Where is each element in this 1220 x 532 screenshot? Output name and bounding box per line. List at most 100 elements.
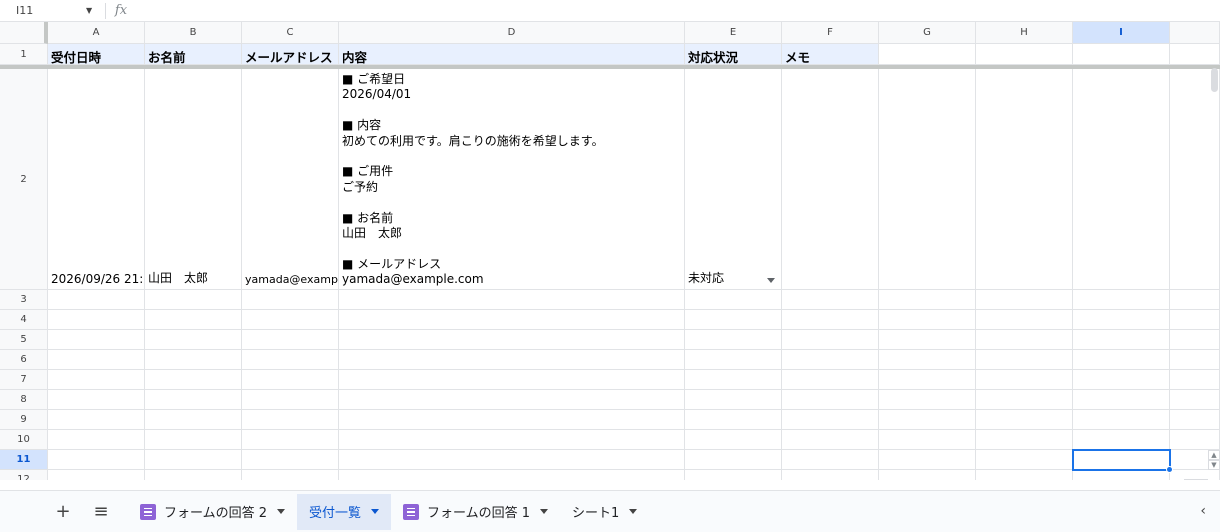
- cell-a11[interactable]: [48, 450, 145, 470]
- cell-a7[interactable]: [48, 370, 145, 390]
- cell-a2[interactable]: 2026/09/26 21:2: [48, 69, 145, 290]
- cell-d11[interactable]: [339, 450, 685, 470]
- cell-h2[interactable]: [976, 69, 1073, 290]
- row-header-10[interactable]: 10: [0, 430, 48, 450]
- cell-g5[interactable]: [879, 330, 976, 350]
- cell-c7[interactable]: [242, 370, 339, 390]
- cell-c3[interactable]: [242, 290, 339, 310]
- row-header-8[interactable]: 8: [0, 390, 48, 410]
- cell-g10[interactable]: [879, 430, 976, 450]
- cell-b9[interactable]: [145, 410, 242, 430]
- vertical-scroll-thumb[interactable]: [1211, 68, 1218, 92]
- cell-a1[interactable]: 受付日時: [48, 44, 145, 65]
- cell-e9[interactable]: [685, 410, 782, 430]
- cell-b1[interactable]: お名前: [145, 44, 242, 65]
- chevron-down-icon[interactable]: [540, 509, 549, 514]
- cell-f3[interactable]: [782, 290, 879, 310]
- cell-c4[interactable]: [242, 310, 339, 330]
- cell-b4[interactable]: [145, 310, 242, 330]
- cell-b8[interactable]: [145, 390, 242, 410]
- cell-i7[interactable]: [1073, 370, 1170, 390]
- cell-a4[interactable]: [48, 310, 145, 330]
- row-header-7[interactable]: 7: [0, 370, 48, 390]
- row-header-12[interactable]: 12: [0, 470, 48, 480]
- sheet-tab-form-responses-1[interactable]: フォームの回答 1: [391, 494, 560, 530]
- cell-i6[interactable]: [1073, 350, 1170, 370]
- cell-e1[interactable]: 対応状況: [685, 44, 782, 65]
- cell-c1[interactable]: メールアドレス: [242, 44, 339, 65]
- cell-g8[interactable]: [879, 390, 976, 410]
- cell-g2[interactable]: [879, 69, 976, 290]
- horizontal-scrollbar[interactable]: [48, 478, 1180, 480]
- row-header-2[interactable]: 2: [0, 69, 48, 290]
- cell-d7[interactable]: [339, 370, 685, 390]
- column-header-g[interactable]: G: [879, 22, 976, 44]
- cell-a5[interactable]: [48, 330, 145, 350]
- cell-a3[interactable]: [48, 290, 145, 310]
- cell-e5[interactable]: [685, 330, 782, 350]
- chevron-down-icon[interactable]: [277, 509, 286, 514]
- cell-a9[interactable]: [48, 410, 145, 430]
- cell-f5[interactable]: [782, 330, 879, 350]
- cell-d1[interactable]: 内容: [339, 44, 685, 65]
- row-header-4[interactable]: 4: [0, 310, 48, 330]
- column-header-a[interactable]: A: [48, 22, 145, 44]
- cell-f8[interactable]: [782, 390, 879, 410]
- cell-g1[interactable]: [879, 44, 976, 65]
- cell-f11[interactable]: [782, 450, 879, 470]
- cell-d8[interactable]: [339, 390, 685, 410]
- cell-e4[interactable]: [685, 310, 782, 330]
- column-header-d[interactable]: D: [339, 22, 685, 44]
- sheet-tab-reception-list[interactable]: 受付一覧: [297, 493, 392, 530]
- cell-i5[interactable]: [1073, 330, 1170, 350]
- cell-h1[interactable]: [976, 44, 1073, 65]
- column-header-i[interactable]: I: [1073, 22, 1170, 44]
- cell-h9[interactable]: [976, 410, 1073, 430]
- row-header-9[interactable]: 9: [0, 410, 48, 430]
- cell-f4[interactable]: [782, 310, 879, 330]
- column-header-h[interactable]: H: [976, 22, 1073, 44]
- scroll-right-icon[interactable]: ▶: [1196, 479, 1208, 480]
- cell-d4[interactable]: [339, 310, 685, 330]
- cell-g11[interactable]: [879, 450, 976, 470]
- column-header-e[interactable]: E: [685, 22, 782, 44]
- cell-b11[interactable]: [145, 450, 242, 470]
- cell-e8[interactable]: [685, 390, 782, 410]
- cell-i4[interactable]: [1073, 310, 1170, 330]
- cell-c6[interactable]: [242, 350, 339, 370]
- chevron-down-icon[interactable]: [767, 278, 775, 283]
- cell-f1[interactable]: メモ: [782, 44, 879, 65]
- cell-d2[interactable]: ■ ご希望日 2026/04/01 ■ 内容 初めての利用です。肩こりの施術を希…: [339, 69, 685, 290]
- name-box[interactable]: I11 ▼: [0, 0, 105, 22]
- cell-h7[interactable]: [976, 370, 1073, 390]
- chevron-down-icon[interactable]: [371, 509, 380, 514]
- cell-c11[interactable]: [242, 450, 339, 470]
- cell-a10[interactable]: [48, 430, 145, 450]
- cell-d6[interactable]: [339, 350, 685, 370]
- cell-b10[interactable]: [145, 430, 242, 450]
- cell-i2[interactable]: [1073, 69, 1170, 290]
- scroll-tabs-left-icon[interactable]: ‹: [1200, 503, 1206, 519]
- column-header-c[interactable]: C: [242, 22, 339, 44]
- cell-e7[interactable]: [685, 370, 782, 390]
- row-header-5[interactable]: 5: [0, 330, 48, 350]
- cell-i8[interactable]: [1073, 390, 1170, 410]
- cell-h6[interactable]: [976, 350, 1073, 370]
- cell-a6[interactable]: [48, 350, 145, 370]
- cell-b6[interactable]: [145, 350, 242, 370]
- row-header-1[interactable]: 1: [0, 44, 48, 65]
- scroll-down-icon[interactable]: ▼: [1208, 460, 1220, 470]
- cell-h10[interactable]: [976, 430, 1073, 450]
- row-header-11[interactable]: 11: [0, 450, 48, 470]
- cell-j1[interactable]: [1170, 44, 1220, 65]
- cell-i3[interactable]: [1073, 290, 1170, 310]
- cell-c9[interactable]: [242, 410, 339, 430]
- cell-a8[interactable]: [48, 390, 145, 410]
- cell-b7[interactable]: [145, 370, 242, 390]
- cell-f7[interactable]: [782, 370, 879, 390]
- vertical-scrollbar[interactable]: [1208, 66, 1220, 480]
- cell-c10[interactable]: [242, 430, 339, 450]
- cell-c5[interactable]: [242, 330, 339, 350]
- chevron-down-icon[interactable]: [629, 509, 638, 514]
- selected-cell-i11[interactable]: [1072, 449, 1171, 471]
